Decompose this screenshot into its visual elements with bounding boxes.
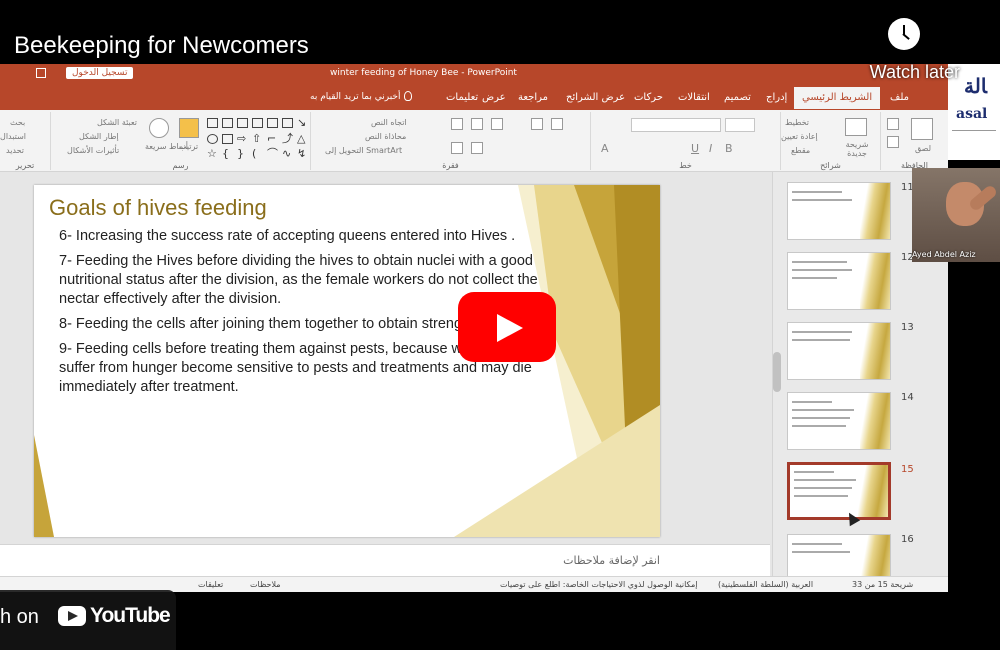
shapes-gallery[interactable]: ↘ ⇨ ⇧ ⌐ ⤴ △ ☆{}(⌒ ∿ ↯	[207, 117, 307, 162]
justify-icon[interactable]	[451, 142, 463, 154]
shape-effects-button[interactable]: تأثيرات الأشكال	[67, 146, 119, 155]
bold-button[interactable]: B	[725, 142, 733, 155]
logo-mark-icon: ﺎﻟﺔ	[964, 74, 987, 98]
thumbnail-slide-15[interactable]	[787, 462, 891, 520]
watch-on-youtube-button[interactable]: h on YouTube	[0, 590, 176, 650]
tell-me-box[interactable]: أخبرني بما تريد القيام به	[310, 92, 401, 102]
save-icon[interactable]	[36, 68, 46, 78]
group-drawing: تعبئة الشكل إطار الشكل تأثيرات الأشكال أ…	[50, 112, 310, 170]
select-button[interactable]: تحديد	[6, 146, 24, 155]
thumbnail-number: 16	[901, 534, 914, 545]
youtube-logo-icon	[58, 606, 86, 626]
logo-underline	[952, 130, 996, 142]
group-font: A B I U خط	[590, 112, 780, 170]
align-center-icon[interactable]	[471, 118, 483, 130]
text-direction-button[interactable]: اتجاه النص	[371, 118, 407, 127]
youtube-wordmark: YouTube	[90, 604, 171, 627]
group-label-paragraph: فقرة	[442, 161, 459, 170]
group-editing: بحث استبدال تحديد تحرير	[0, 112, 50, 170]
ribbon: بحث استبدال تحديد تحرير تعبئة الشكل إطار…	[0, 110, 948, 172]
thumbnail-number: 13	[901, 322, 914, 333]
slide-title[interactable]: Goals of hives feeding	[49, 195, 267, 221]
thumbnail-slide-12[interactable]	[787, 252, 891, 310]
find-button[interactable]: بحث	[10, 118, 25, 127]
language-status[interactable]: العربية (السلطة الفلسطينية)	[718, 580, 813, 589]
watch-later-button[interactable]: Watch later	[870, 62, 960, 83]
comments-button[interactable]: تعليقات	[198, 580, 223, 589]
slide-count: شريحة 15 من 33	[852, 580, 914, 589]
clock-icon[interactable]	[888, 18, 920, 50]
shape-fill-button[interactable]: تعبئة الشكل	[97, 118, 137, 127]
group-paragraph: اتجاه النص محاذاة النص التحويل إلى Smart…	[310, 112, 590, 170]
paste-icon[interactable]	[911, 118, 933, 140]
tab-home[interactable]: الشريط الرئيسي	[794, 87, 881, 109]
group-clipboard: لصق الحافظة	[880, 112, 948, 170]
accessibility-status[interactable]: إمكانية الوصول لذوي الاحتياجات الخاصة: ا…	[500, 580, 697, 589]
slide-paragraph: 6- Increasing the success rate of accept…	[59, 228, 516, 244]
tab-animations[interactable]: حركات	[634, 92, 663, 103]
tab-transitions[interactable]: انتقالات	[678, 92, 710, 103]
italic-button[interactable]: I	[709, 142, 712, 155]
thumbnail-number: 14	[901, 392, 914, 403]
align-left-icon[interactable]	[451, 118, 463, 130]
notes-pane[interactable]: انقر لإضافة ملاحظات	[0, 544, 770, 576]
underline-button[interactable]: U	[691, 142, 699, 155]
arrange-icon[interactable]	[179, 118, 199, 138]
numbering-icon[interactable]	[551, 118, 563, 130]
align-text-button[interactable]: محاذاة النص	[365, 132, 406, 141]
ribbon-tabs: أخبرني بما تريد القيام به تعليمات عرض مر…	[0, 84, 948, 110]
columns-icon[interactable]	[471, 142, 483, 154]
brush-icon[interactable]	[149, 118, 169, 138]
group-label-editing: تحرير	[15, 161, 35, 170]
reset-button[interactable]: إعادة تعيين	[781, 132, 818, 141]
watch-on-label: h on	[0, 606, 39, 628]
thumbnail-slide-11[interactable]	[787, 182, 891, 240]
group-label-drawing: رسم	[172, 161, 189, 170]
thumbnail-number: 15	[901, 464, 914, 475]
group-label-slides: شرائح	[820, 161, 841, 170]
tab-design[interactable]: تصميم	[724, 92, 751, 103]
convert-smartart-button[interactable]: التحويل إلى SmartArt	[325, 146, 402, 155]
slide-canvas[interactable]: Goals of hives feeding 6- Increasing the…	[34, 185, 660, 537]
tab-insert[interactable]: إدراج	[766, 92, 787, 103]
thumbnail-slide-13[interactable]	[787, 322, 891, 380]
tab-file[interactable]: ملف	[890, 92, 909, 103]
align-right-icon[interactable]	[491, 118, 503, 130]
title-bar: تسجيل الدخول winter feeding of Honey Bee…	[0, 64, 948, 84]
shape-outline-button[interactable]: إطار الشكل	[79, 132, 119, 141]
replace-button[interactable]: استبدال	[0, 132, 26, 141]
webcam-feed: Ayed Abdel Aziz	[912, 168, 1000, 262]
font-name-select[interactable]	[631, 118, 721, 132]
video-title[interactable]: Beekeeping for Newcomers	[14, 32, 309, 60]
thumbnail-scrollbar[interactable]	[773, 352, 781, 392]
thumbnail-slide-14[interactable]	[787, 392, 891, 450]
notes-placeholder: انقر لإضافة ملاحظات	[563, 554, 660, 567]
video-frame: Beekeeping for Newcomers Watch later تسج…	[0, 0, 1000, 650]
bullets-icon[interactable]	[531, 118, 543, 130]
login-button[interactable]: تسجيل الدخول	[66, 67, 134, 79]
font-color-button[interactable]: A	[601, 142, 609, 155]
new-slide-button[interactable]: شريحة جديدة	[839, 140, 875, 158]
notes-button[interactable]: ملاحظات	[250, 580, 281, 589]
logo-text: asal	[956, 106, 988, 122]
tab-slideshow[interactable]: عرض الشرائح	[566, 92, 625, 103]
copy-icon[interactable]	[887, 136, 899, 148]
tab-view[interactable]: عرض	[482, 92, 506, 103]
new-slide-icon[interactable]	[845, 118, 867, 136]
font-size-select[interactable]	[725, 118, 755, 132]
tab-review[interactable]: مراجعة	[518, 92, 548, 103]
work-area: Goals of hives feeding 6- Increasing the…	[0, 172, 948, 592]
layout-button[interactable]: تخطيط	[785, 118, 809, 127]
paste-button[interactable]: لصق	[915, 144, 931, 153]
arrange-button[interactable]: ترتيب	[179, 142, 198, 151]
window-title: winter feeding of Honey Bee - PowerPoint	[330, 68, 517, 78]
section-button[interactable]: مقطع	[791, 146, 810, 155]
tab-help[interactable]: تعليمات	[446, 92, 478, 103]
cut-icon[interactable]	[887, 118, 899, 130]
lightbulb-icon	[404, 91, 412, 101]
group-label-font: خط	[679, 161, 692, 170]
presenter-name: Ayed Abdel Aziz	[912, 250, 976, 259]
group-slides: تخطيط إعادة تعيين مقطع شريحة جديدة شرائح	[780, 112, 880, 170]
play-button[interactable]	[458, 292, 556, 362]
